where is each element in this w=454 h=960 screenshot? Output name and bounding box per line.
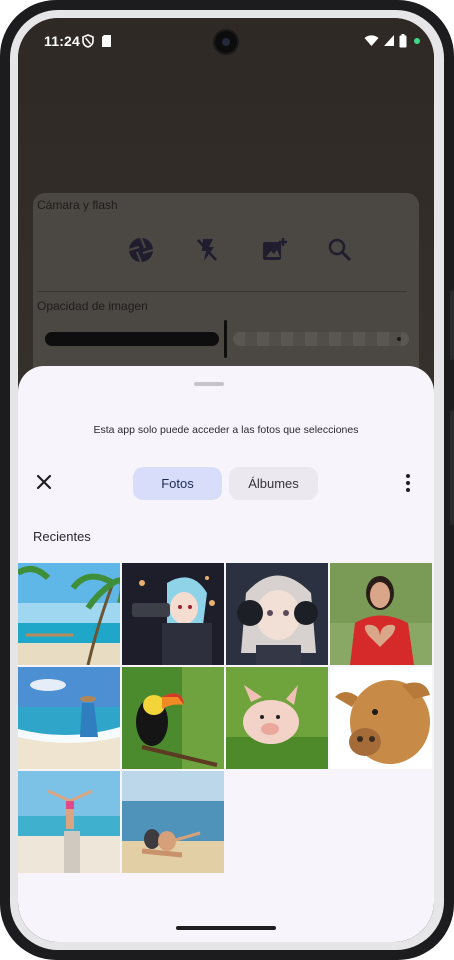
front-camera bbox=[213, 29, 239, 55]
photo-couple-beach[interactable] bbox=[122, 771, 224, 873]
sd-card-icon bbox=[102, 35, 111, 47]
more-options-icon[interactable] bbox=[398, 471, 418, 495]
tab-albumes[interactable]: Álbumes bbox=[229, 467, 318, 500]
photo-woman-rocks-beach[interactable] bbox=[18, 771, 120, 873]
screen: Cámara y flash Opacidad de imagen 11:24 … bbox=[18, 18, 434, 942]
opacity-slider-end-dot bbox=[397, 337, 401, 341]
power-button bbox=[450, 290, 454, 360]
opacity-section-label: Opacidad de imagen bbox=[37, 299, 148, 313]
wifi-icon bbox=[364, 35, 379, 46]
phone-frame: Cámara y flash Opacidad de imagen 11:24 … bbox=[0, 0, 454, 960]
status-bar: 11:24 bbox=[18, 18, 434, 64]
photo-tropical-beach[interactable] bbox=[18, 563, 120, 665]
flash-off-icon bbox=[197, 239, 217, 261]
divider bbox=[37, 291, 407, 292]
search-icon bbox=[328, 238, 352, 262]
photo-toucan[interactable] bbox=[122, 667, 224, 769]
photo-woman-blue-dress-beach[interactable] bbox=[18, 667, 120, 769]
photo-piglet[interactable] bbox=[226, 667, 328, 769]
gesture-nav-bar[interactable] bbox=[176, 926, 276, 930]
opacity-slider-thumb bbox=[224, 320, 227, 358]
photo-anime-girl-gun[interactable] bbox=[122, 563, 224, 665]
volume-button bbox=[450, 410, 454, 525]
aperture-icon bbox=[128, 237, 154, 263]
access-info-text: Esta app solo puede acceder a las fotos … bbox=[93, 424, 359, 436]
tab-fotos[interactable]: Fotos bbox=[133, 467, 222, 500]
camera-section-label: Cámara y flash bbox=[37, 198, 118, 212]
add-photo-icon bbox=[263, 238, 287, 260]
tab-fotos-label: Fotos bbox=[161, 476, 194, 491]
vpn-shield-icon bbox=[82, 34, 94, 48]
battery-icon bbox=[399, 34, 407, 48]
drag-handle[interactable] bbox=[194, 382, 224, 386]
opacity-slider-active-track bbox=[45, 332, 219, 346]
photo-calf[interactable] bbox=[330, 667, 432, 769]
section-title-recientes: Recientes bbox=[33, 529, 91, 544]
signal-icon bbox=[384, 35, 394, 46]
close-icon[interactable] bbox=[32, 470, 56, 494]
privacy-indicator-dot bbox=[414, 38, 420, 44]
photo-woman-heart[interactable] bbox=[330, 563, 432, 665]
photo-grid bbox=[18, 563, 434, 877]
tab-albumes-label: Álbumes bbox=[248, 476, 299, 491]
photo-picker-sheet: Esta app solo puede acceder a las fotos … bbox=[18, 366, 434, 942]
status-time: 11:24 bbox=[44, 33, 81, 49]
opacity-slider-inactive-track bbox=[233, 332, 409, 346]
photo-anime-girl-headphones[interactable] bbox=[226, 563, 328, 665]
